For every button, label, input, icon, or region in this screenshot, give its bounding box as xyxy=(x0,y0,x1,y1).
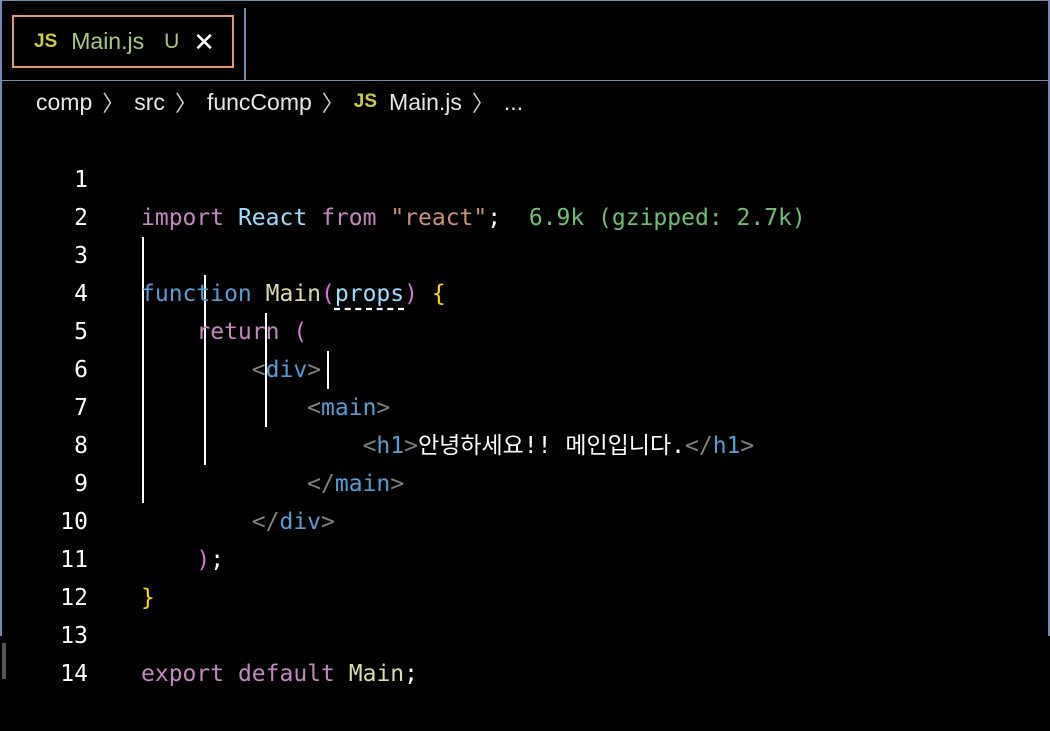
keyword: default xyxy=(237,661,335,687)
chevron-right-icon: 〉 xyxy=(471,91,494,116)
chevron-right-icon: 〉 xyxy=(174,91,197,116)
punctuation: ; xyxy=(404,661,418,687)
code-line: 7 <h1>안녕하세요!! 메인입니다.</h1> xyxy=(2,351,1048,459)
breadcrumb-item-file[interactable]: Main.js xyxy=(389,89,462,116)
breadcrumb-item-src[interactable]: src xyxy=(134,89,165,116)
javascript-file-icon: JS xyxy=(34,30,58,52)
tab-bar: JS Main.js U ✕ xyxy=(2,1,1048,81)
code-line: 12 xyxy=(2,541,1048,611)
code-line: 2 xyxy=(2,161,1048,231)
breadcrumb-item-symbols[interactable]: ... xyxy=(504,89,523,116)
keyword: export xyxy=(141,661,225,687)
chevron-right-icon: 〉 xyxy=(321,91,344,116)
identifier: Main xyxy=(348,661,405,687)
tab-main-js[interactable]: JS Main.js U ✕ xyxy=(12,15,234,68)
tab-divider xyxy=(244,8,246,81)
code-line: 14 xyxy=(2,617,1048,687)
code-line: 9 </div> xyxy=(2,427,1048,535)
untracked-status-badge: U xyxy=(164,29,180,53)
code-line: 13 export default Main; xyxy=(2,579,1048,687)
code-line: 5 <div> xyxy=(2,275,1048,383)
code-line: 11 } xyxy=(2,503,1048,611)
line-number: 14 xyxy=(60,661,88,687)
breadcrumb-item-comp[interactable]: comp xyxy=(36,89,92,116)
code-line: 1 import React from "react"; 6.9k (gzipp… xyxy=(2,123,1048,231)
close-icon[interactable]: ✕ xyxy=(193,29,215,55)
code-line: 4 return ( xyxy=(2,237,1048,345)
code-line: 6 <main> xyxy=(2,313,1048,421)
code-editor[interactable]: 1 import React from "react"; 6.9k (gzipp… xyxy=(2,123,1048,687)
breadcrumb-item-funccomp[interactable]: funcComp xyxy=(207,89,312,116)
code-line: 3 function Main(props) { xyxy=(2,199,1048,307)
code-line: 10 ); xyxy=(2,465,1048,573)
code-line: 8 </main> xyxy=(2,389,1048,497)
tab-label: Main.js xyxy=(71,28,145,54)
breadcrumb: comp 〉 src 〉 funcComp 〉 JS Main.js 〉 ... xyxy=(36,84,523,120)
javascript-file-icon: JS xyxy=(353,91,378,112)
chevron-right-icon: 〉 xyxy=(102,91,125,116)
